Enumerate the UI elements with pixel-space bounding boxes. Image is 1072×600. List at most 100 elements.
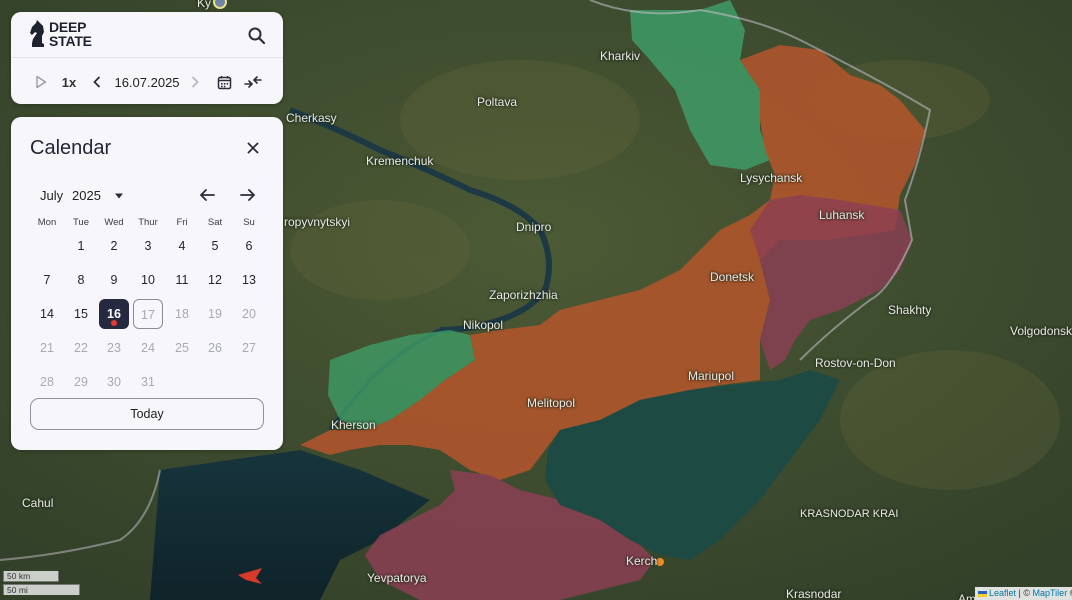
chevron-right-icon xyxy=(191,76,199,88)
ukraine-flag-icon xyxy=(978,590,987,597)
day-cell: 24 xyxy=(133,333,163,363)
day-number: 19 xyxy=(208,307,222,321)
weekday-label: Mon xyxy=(37,217,57,228)
day-cell[interactable]: 13 xyxy=(234,265,264,295)
current-day-dot-icon xyxy=(111,320,117,326)
map-attribution: Leaflet | © MapTiler © xyxy=(975,587,1072,600)
day-cell: 31 xyxy=(133,367,163,397)
day-cell[interactable]: 8 xyxy=(66,265,96,295)
weekday-label: Thur xyxy=(138,217,158,228)
day-number: 23 xyxy=(107,341,121,355)
weekday-label: Sat xyxy=(207,217,223,228)
day-cell[interactable]: 4 xyxy=(167,231,197,261)
day-cell: 22 xyxy=(66,333,96,363)
day-cell[interactable]: 11 xyxy=(167,265,197,295)
logo-text: DEEP STATE xyxy=(49,20,92,48)
day-cell[interactable]: 1 xyxy=(66,231,96,261)
day-number: 16 xyxy=(107,307,121,321)
logo-line1: DEEP xyxy=(49,19,87,35)
day-number: 8 xyxy=(77,273,85,287)
day-cell[interactable]: 2 xyxy=(99,231,129,261)
day-number: 15 xyxy=(74,307,88,321)
day-cell[interactable]: 15 xyxy=(66,299,96,329)
weekday-label: Su xyxy=(243,217,255,228)
day-cell[interactable]: 14 xyxy=(32,299,62,329)
logo-line2: STATE xyxy=(49,33,92,49)
day-number: 21 xyxy=(40,341,54,355)
compare-arrows-icon xyxy=(244,76,262,88)
search-icon xyxy=(248,27,266,45)
today-button[interactable]: Today xyxy=(30,398,264,430)
day-number: 3 xyxy=(144,239,152,253)
next-month-button[interactable] xyxy=(239,187,257,203)
day-cell: 19 xyxy=(200,299,230,329)
day-number: 17 xyxy=(141,308,155,322)
attribution-tail: © xyxy=(1067,588,1072,598)
day-cell[interactable]: 7 xyxy=(32,265,62,295)
day-number: 27 xyxy=(242,341,256,355)
day-cell[interactable]: 3 xyxy=(133,231,163,261)
city-label: Donetsk xyxy=(710,270,755,284)
calendar-button[interactable] xyxy=(215,72,233,92)
day-cell[interactable]: 10 xyxy=(133,265,163,295)
year-select[interactable]: 2025 xyxy=(72,188,101,203)
day-cell: 26 xyxy=(200,333,230,363)
day-cell-selected[interactable]: 16 xyxy=(99,299,129,329)
previous-month-button[interactable] xyxy=(198,187,216,203)
day-number: 26 xyxy=(208,341,222,355)
day-number: 2 xyxy=(110,239,118,253)
maptiler-link[interactable]: MapTiler xyxy=(1033,588,1068,598)
logo[interactable]: DEEP STATE xyxy=(29,20,92,48)
calendar-icon xyxy=(217,75,231,89)
city-label: Kherson xyxy=(331,418,376,432)
city-label: Shakhty xyxy=(888,303,932,317)
attribution-sep: | © xyxy=(1016,588,1033,598)
city-label: Kharkiv xyxy=(600,49,641,63)
city-label: Luhansk xyxy=(819,208,865,222)
day-number: 4 xyxy=(178,239,186,253)
play-icon xyxy=(36,75,47,89)
day-cell: 23 xyxy=(99,333,129,363)
scale-km: 50 km xyxy=(3,571,59,582)
day-number: 31 xyxy=(141,375,155,389)
city-label: Dnipro xyxy=(516,220,552,234)
search-button[interactable] xyxy=(247,26,267,46)
day-cell[interactable]: 6 xyxy=(234,231,264,261)
top-panel: DEEP STATE 1x 16.07.2025 xyxy=(11,12,283,104)
weekday-label: Wed xyxy=(104,217,124,228)
city-label: Kerch xyxy=(626,554,658,568)
play-button[interactable] xyxy=(33,72,49,92)
day-cell: 28 xyxy=(32,367,62,397)
leaflet-link[interactable]: Leaflet xyxy=(989,588,1016,598)
close-icon xyxy=(247,142,259,154)
divider xyxy=(11,57,283,58)
day-cell[interactable]: 5 xyxy=(200,231,230,261)
day-number: 9 xyxy=(110,273,118,287)
city-label: Ky xyxy=(197,0,212,10)
day-cell[interactable]: 12 xyxy=(200,265,230,295)
close-calendar-button[interactable] xyxy=(244,139,262,157)
day-number: 10 xyxy=(141,273,155,287)
day-number: 29 xyxy=(74,375,88,389)
caret-down-icon[interactable] xyxy=(114,192,124,200)
city-label: Cahul xyxy=(22,496,54,510)
day-number: 18 xyxy=(175,307,189,321)
day-number: 11 xyxy=(175,273,189,287)
calendar-panel: Calendar July 2025 Mon Tue Wed Thur Fri Sat Su… xyxy=(11,117,283,450)
city-label: Cherkasy xyxy=(286,111,337,125)
day-cell: 30 xyxy=(99,367,129,397)
day-cell[interactable]: 9 xyxy=(99,265,129,295)
month-select[interactable]: July xyxy=(40,188,63,203)
day-number: 12 xyxy=(208,273,222,287)
previous-date-button[interactable] xyxy=(90,72,104,92)
day-number: 30 xyxy=(107,375,121,389)
city-label: Rostov-on-Don xyxy=(815,356,896,370)
day-number: 14 xyxy=(40,307,54,321)
kyiv-marker-icon xyxy=(213,0,227,9)
city-label: Kremenchuk xyxy=(366,154,434,168)
city-label: Volgodonsk xyxy=(1010,324,1072,338)
city-label: Krasnodar xyxy=(786,587,842,600)
compare-button[interactable] xyxy=(243,72,263,92)
speed-button[interactable]: 1x xyxy=(59,72,79,92)
next-date-button[interactable] xyxy=(188,72,202,92)
